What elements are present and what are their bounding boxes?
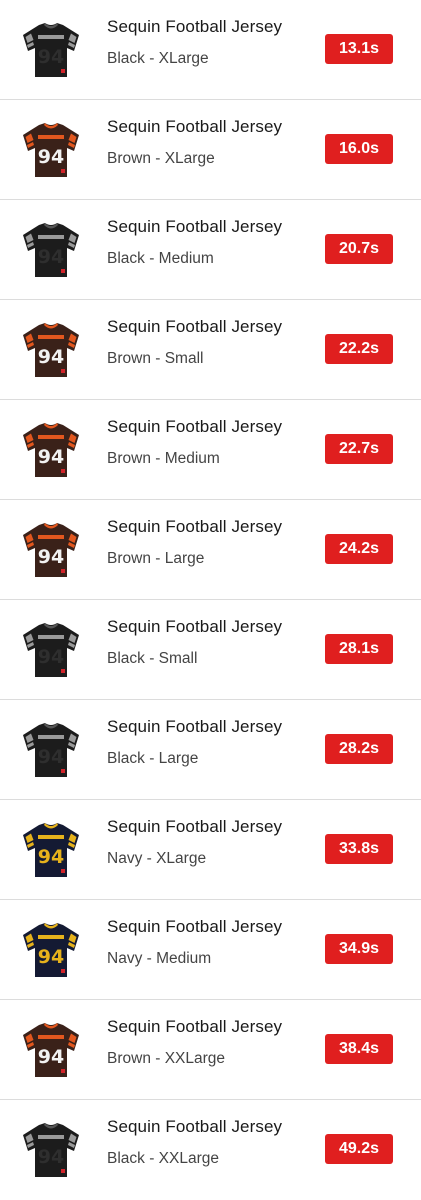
time-badge: 49.2s [325,1134,393,1164]
svg-text:94: 94 [38,946,64,968]
jersey-thumbnail: 94 [17,20,85,80]
jersey-thumbnail: 94 [17,820,85,880]
jersey-thumbnail: 94 [17,420,85,480]
product-title: Sequin Football Jersey [107,717,283,736]
time-badge: 28.1s [325,634,393,664]
jersey-thumbnail: 94 [17,1020,85,1080]
jersey-thumbnail: 94 [17,1120,85,1180]
product-title: Sequin Football Jersey [107,1017,283,1036]
list-item[interactable]: 94 Sequin Football Jersey Black - Medium… [0,200,421,300]
jersey-thumbnail: 94 [17,720,85,780]
jersey-thumbnail: 94 [17,520,85,580]
list-item[interactable]: 94 Sequin Football Jersey Brown - XXLarg… [0,1000,421,1100]
product-title: Sequin Football Jersey [107,817,283,836]
svg-text:94: 94 [38,1046,64,1068]
product-title: Sequin Football Jersey [107,417,283,436]
time-badge: 28.2s [325,734,393,764]
jersey-icon: 94 [23,523,79,577]
product-variant: Brown - Small [107,350,204,367]
product-variant: Black - XXLarge [107,1150,219,1167]
time-badge: 16.0s [325,134,393,164]
list-item[interactable]: 94 Sequin Football Jersey Black - Large … [0,700,421,800]
svg-text:94: 94 [38,1146,64,1168]
product-variant: Brown - XLarge [107,150,215,167]
svg-text:94: 94 [38,46,64,68]
jersey-icon: 94 [23,1123,79,1177]
product-title: Sequin Football Jersey [107,617,283,636]
jersey-icon: 94 [23,223,79,277]
list-item[interactable]: 94 Sequin Football Jersey Brown - Small … [0,300,421,400]
jersey-icon: 94 [23,1023,79,1077]
jersey-icon: 94 [23,723,79,777]
time-badge: 13.1s [325,34,393,64]
product-variant: Black - XLarge [107,50,209,67]
product-variant: Black - Small [107,650,198,667]
list-item[interactable]: 94 Sequin Football Jersey Navy - Medium … [0,900,421,1000]
jersey-icon: 94 [23,823,79,877]
jersey-thumbnail: 94 [17,920,85,980]
time-badge: 38.4s [325,1034,393,1064]
product-variant: Black - Large [107,750,199,767]
product-variant: Navy - Medium [107,950,212,967]
jersey-icon: 94 [23,923,79,977]
product-title: Sequin Football Jersey [107,317,283,336]
jersey-thumbnail: 94 [17,220,85,280]
jersey-icon: 94 [23,423,79,477]
svg-text:94: 94 [38,846,64,868]
list-item[interactable]: 94 Sequin Football Jersey Brown - Medium… [0,400,421,500]
list-item[interactable]: 94 Sequin Football Jersey Brown - Large … [0,500,421,600]
product-variant: Brown - XXLarge [107,1050,226,1067]
jersey-icon: 94 [23,623,79,677]
list-item[interactable]: 94 Sequin Football Jersey Black - XXLarg… [0,1100,421,1200]
time-badge: 20.7s [325,234,393,264]
time-badge: 33.8s [325,834,393,864]
jersey-thumbnail: 94 [17,120,85,180]
product-variant: Brown - Medium [107,450,220,467]
svg-text:94: 94 [38,446,64,468]
jersey-thumbnail: 94 [17,320,85,380]
time-badge: 22.2s [325,334,393,364]
svg-text:94: 94 [38,546,64,568]
product-title: Sequin Football Jersey [107,1117,283,1136]
time-badge: 34.9s [325,934,393,964]
product-title: Sequin Football Jersey [107,217,283,236]
svg-text:94: 94 [38,246,64,268]
product-list: 94 Sequin Football Jersey Black - XLarge… [0,0,421,1200]
product-title: Sequin Football Jersey [107,517,283,536]
product-title: Sequin Football Jersey [107,117,283,136]
time-badge: 22.7s [325,434,393,464]
svg-text:94: 94 [38,746,64,768]
list-item[interactable]: 94 Sequin Football Jersey Black - XLarge… [0,0,421,100]
jersey-icon: 94 [23,123,79,177]
product-variant: Brown - Large [107,550,205,567]
jersey-thumbnail: 94 [17,620,85,680]
product-variant: Black - Medium [107,250,214,267]
list-item[interactable]: 94 Sequin Football Jersey Black - Small … [0,600,421,700]
svg-text:94: 94 [38,146,64,168]
list-item[interactable]: 94 Sequin Football Jersey Brown - XLarge… [0,100,421,200]
svg-text:94: 94 [38,646,64,668]
product-title: Sequin Football Jersey [107,17,283,36]
list-item[interactable]: 94 Sequin Football Jersey Navy - XLarge … [0,800,421,900]
product-variant: Navy - XLarge [107,850,207,867]
jersey-icon: 94 [23,323,79,377]
jersey-icon: 94 [23,23,79,77]
svg-text:94: 94 [38,346,64,368]
time-badge: 24.2s [325,534,393,564]
product-title: Sequin Football Jersey [107,917,283,936]
